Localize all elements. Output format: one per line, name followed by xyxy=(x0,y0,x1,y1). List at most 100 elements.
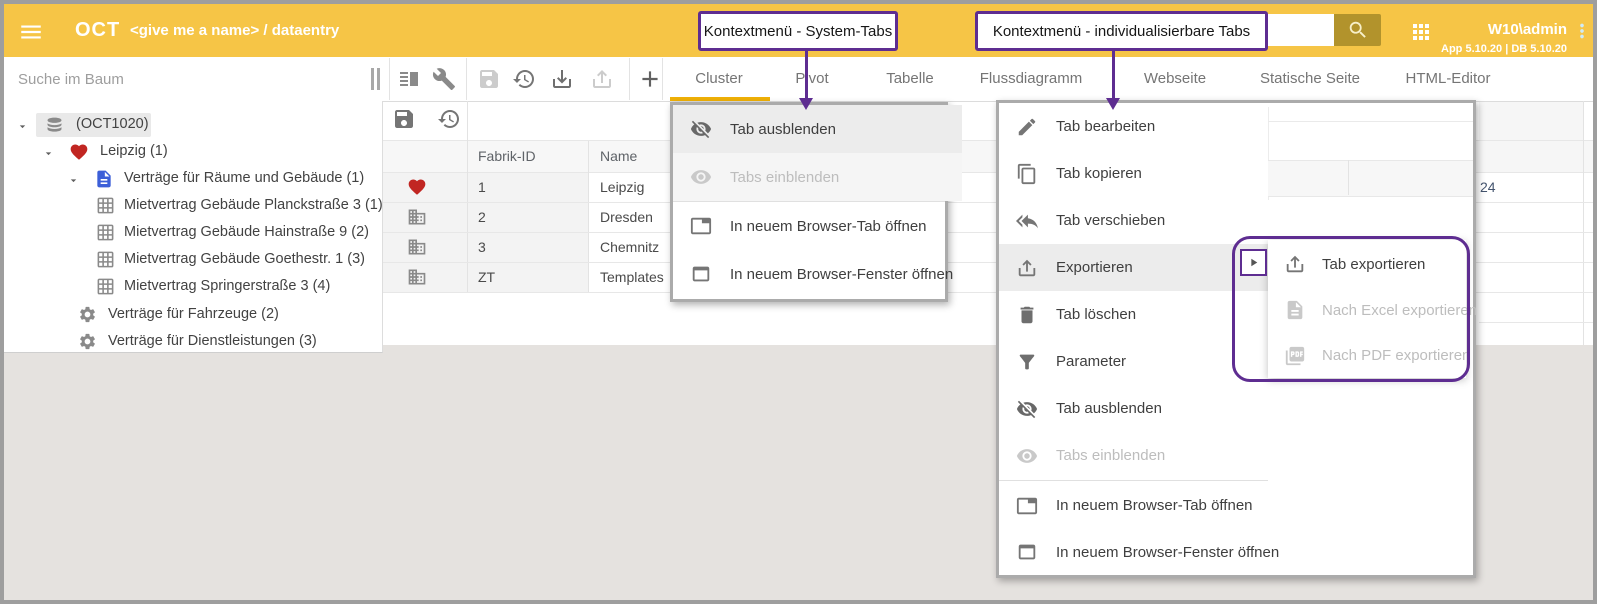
menu-item-parameter[interactable]: Parameter xyxy=(999,338,1285,385)
callout-arrow-head xyxy=(799,98,813,110)
tab-flussdiagramm[interactable]: Flussdiagramm xyxy=(966,57,1096,100)
tab-statische-seite[interactable]: Statische Seite xyxy=(1240,57,1380,100)
cell-fabrik-id[interactable]: 2 xyxy=(478,209,486,225)
current-user[interactable]: W10\admin xyxy=(1424,21,1567,38)
menu-item-browser-tab-oeffnen[interactable]: In neuem Browser-Tab öffnen xyxy=(999,482,1285,529)
column-header-fabrik-id[interactable]: Fabrik-ID xyxy=(478,148,536,164)
remnant-grid-line xyxy=(1268,121,1473,122)
menu-item-tab-kopieren[interactable]: Tab kopieren xyxy=(999,150,1285,197)
tree-item-label: Mietvertrag Gebäude Hainstraße 9 (2) xyxy=(124,224,369,240)
export-icon xyxy=(1016,257,1038,279)
menu-item-tab-ausblenden[interactable]: Tab ausblenden xyxy=(673,105,962,153)
panel-splitter-handle-2[interactable] xyxy=(377,68,380,90)
cell-name[interactable]: Dresden xyxy=(600,209,653,225)
export-submenu: Tab exportieren Nach Excel exportieren N… xyxy=(1268,240,1466,378)
tree-item-leipzig[interactable]: Leipzig (1) xyxy=(4,139,382,166)
upload-icon[interactable] xyxy=(590,67,614,91)
tree-item-vertraege-dienstleistungen[interactable]: Verträge für Dienstleistungen (3) xyxy=(4,329,382,356)
menu-item-label: Nach Excel exportieren xyxy=(1322,302,1477,319)
menu-item-browser-fenster-oeffnen[interactable]: In neuem Browser-Fenster öffnen xyxy=(999,529,1285,575)
menu-item-tab-loeschen[interactable]: Tab löschen xyxy=(999,291,1285,338)
menu-item-tab-ausblenden[interactable]: Tab ausblenden xyxy=(999,385,1285,432)
tab-html-editor[interactable]: HTML-Editor xyxy=(1388,57,1508,100)
eye-icon xyxy=(1016,445,1038,467)
pdf-icon xyxy=(1284,345,1306,367)
global-search-button[interactable] xyxy=(1334,14,1381,46)
clipped-cell-value: 24 xyxy=(1480,179,1496,195)
tab-tabelle[interactable]: Tabelle xyxy=(860,57,960,100)
callout-arrow-line xyxy=(1112,51,1115,99)
filter-icon xyxy=(1016,351,1038,373)
building-icon xyxy=(407,237,427,257)
table-row-icon[interactable] xyxy=(407,237,427,257)
menu-item-browser-tab-oeffnen[interactable]: In neuem Browser-Tab öffnen xyxy=(673,202,962,250)
version-info: App 5.10.20 | DB 5.10.20 xyxy=(1384,43,1567,55)
submenu-item-nach-pdf[interactable]: Nach PDF exportieren xyxy=(1268,333,1482,378)
table-icon xyxy=(96,250,115,269)
tree-item-label: Mietvertrag Gebäude Goethestr. 1 (3) xyxy=(124,251,365,267)
menu-item-label: In neuem Browser-Fenster öffnen xyxy=(730,266,953,283)
toolbar-divider xyxy=(466,58,467,100)
tree-item-mietvertrag-planckstrasse[interactable]: Mietvertrag Gebäude Planckstraße 3 (1) xyxy=(4,193,382,220)
app-logo[interactable]: OCT xyxy=(75,19,120,42)
grid-save-icon[interactable] xyxy=(392,107,416,131)
eye-icon xyxy=(690,166,712,188)
browser-tab-icon xyxy=(1016,495,1038,517)
menu-item-tabs-einblenden[interactable]: Tabs einblenden xyxy=(673,153,962,201)
column-header-name[interactable]: Name xyxy=(600,148,637,164)
menu-item-browser-fenster-oeffnen[interactable]: In neuem Browser-Fenster öffnen xyxy=(673,250,962,298)
panel-splitter-handle[interactable] xyxy=(371,68,374,90)
cell-fabrik-id[interactable]: 3 xyxy=(478,239,486,255)
submenu-expander[interactable] xyxy=(1240,249,1267,276)
grid-column-border xyxy=(467,101,468,292)
vertical-split-icon[interactable] xyxy=(397,67,421,91)
tree-item-mietvertrag-goethestrasse[interactable]: Mietvertrag Gebäude Goethestr. 1 (3) xyxy=(4,247,382,274)
chevron-down-icon[interactable] xyxy=(67,174,80,187)
active-tab-underline xyxy=(670,97,770,101)
table-icon xyxy=(96,277,115,296)
table-row-favorite[interactable] xyxy=(407,177,427,197)
submenu-item-tab-exportieren[interactable]: Tab exportieren xyxy=(1268,241,1482,287)
table-icon xyxy=(96,196,115,215)
table-row-icon[interactable] xyxy=(407,207,427,227)
tree-item-label: Leipzig (1) xyxy=(100,143,168,159)
menu-item-tabs-einblenden[interactable]: Tabs einblenden xyxy=(999,432,1285,479)
tree-item-mietvertrag-hainstrasse[interactable]: Mietvertrag Gebäude Hainstraße 9 (2) xyxy=(4,220,382,247)
menu-item-tab-bearbeiten[interactable]: Tab bearbeiten xyxy=(999,103,1285,150)
menu-item-label: Tabs einblenden xyxy=(1056,447,1165,464)
menu-item-label: Tab exportieren xyxy=(1322,256,1425,273)
cell-name[interactable]: Chemnitz xyxy=(600,239,659,255)
tab-webseite[interactable]: Webseite xyxy=(1115,57,1235,100)
grid-history-icon[interactable] xyxy=(437,107,461,131)
callout-system-tabs: Kontextmenü - System-Tabs xyxy=(698,11,898,51)
tree-item-vertraege-raeume[interactable]: Verträge für Räume und Gebäude (1) xyxy=(4,166,382,193)
tree-item-mietvertrag-springerstrasse[interactable]: Mietvertrag Springerstraße 3 (4) xyxy=(4,274,382,301)
table-row-icon[interactable] xyxy=(407,267,427,287)
browser-window-icon xyxy=(690,263,712,285)
cell-fabrik-id[interactable]: ZT xyxy=(478,269,495,285)
tree-item-oct1020[interactable]: (OCT1020) xyxy=(4,112,382,139)
tree-search-input[interactable] xyxy=(4,58,398,100)
more-vert-icon[interactable] xyxy=(1571,20,1593,42)
move-icon xyxy=(1016,210,1038,232)
menu-item-tab-verschieben[interactable]: Tab verschieben xyxy=(999,197,1285,244)
submenu-item-nach-excel[interactable]: Nach Excel exportieren xyxy=(1268,287,1482,333)
save-icon[interactable] xyxy=(477,67,501,91)
trash-icon xyxy=(1016,304,1038,326)
tab-pivot[interactable]: Pivot xyxy=(762,57,862,100)
history-icon[interactable] xyxy=(512,67,536,91)
chevron-down-icon[interactable] xyxy=(16,120,29,133)
cell-name[interactable]: Templates xyxy=(600,269,664,285)
tab-cluster[interactable]: Cluster xyxy=(660,57,778,100)
tree-item-vertraege-fahrzeuge[interactable]: Verträge für Fahrzeuge (2) xyxy=(4,302,382,329)
menu-item-label: Parameter xyxy=(1056,353,1126,370)
chevron-down-icon[interactable] xyxy=(42,147,55,160)
wrench-icon[interactable] xyxy=(432,67,456,91)
cell-name[interactable]: Leipzig xyxy=(600,179,644,195)
context-menu-system-tabs: Tab ausblenden Tabs einblenden In neuem … xyxy=(670,102,948,302)
tree-item-label: (OCT1020) xyxy=(76,116,149,132)
hamburger-menu-icon[interactable] xyxy=(18,19,44,45)
download-icon[interactable] xyxy=(550,67,574,91)
cell-fabrik-id[interactable]: 1 xyxy=(478,179,486,195)
grid-column-border xyxy=(1583,101,1584,345)
